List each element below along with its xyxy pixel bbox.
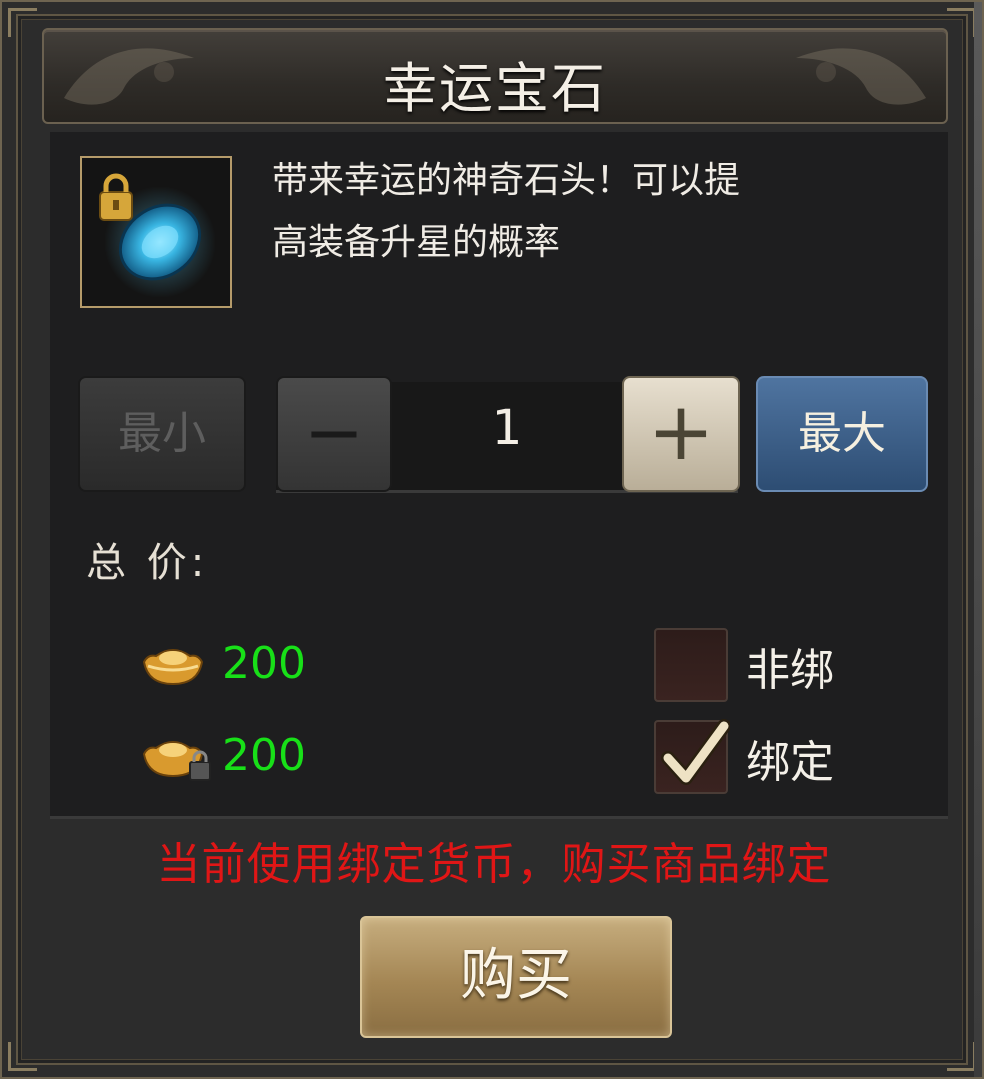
max-quantity-button[interactable]: 最大 [756, 376, 928, 492]
description-line: 带来幸运的神奇石头！可以提 [272, 160, 741, 201]
bound-gold-ingot-icon [142, 741, 211, 781]
total-price-label: 总 价: [86, 540, 209, 586]
dialog-title: 幸运宝石 [383, 57, 607, 120]
buy-button[interactable]: 购买 [360, 916, 672, 1038]
purchase-dialog: 幸运宝石 带来幸运的神奇石头！可以提 高装备升星的概率 最小 − 1 + 最大 … [0, 0, 984, 1079]
corner-ornament [8, 1042, 37, 1071]
unbound-option[interactable]: 非绑 [654, 628, 914, 708]
bound-label: 绑定 [746, 737, 834, 788]
bound-option[interactable]: 绑定 [654, 719, 914, 800]
gold-ingot-icon [142, 649, 204, 686]
increase-quantity-button[interactable]: + [622, 376, 740, 492]
item-description: 带来幸运的神奇石头！可以提 高装备升星的概率 [272, 150, 892, 274]
blue-gem-icon [99, 173, 216, 298]
quantity-input[interactable]: 1 [396, 400, 618, 456]
checkmark-icon [661, 719, 730, 785]
corner-ornament [947, 8, 976, 37]
binding-notice: 当前使用绑定货币，购买商品绑定 [156, 839, 832, 890]
unbound-checkbox[interactable] [654, 628, 728, 702]
title-bar: 幸运宝石 [42, 28, 948, 124]
dialog-content: 带来幸运的神奇石头！可以提 高装备升星的概率 最小 − 1 + 最大 总 价: … [50, 132, 948, 819]
bound-checkbox[interactable] [654, 719, 730, 794]
min-quantity-button[interactable]: 最小 [78, 376, 246, 492]
bound-gold-price-value: 200 [222, 730, 306, 781]
unbound-label: 非绑 [746, 645, 834, 696]
description-line: 高装备升星的概率 [272, 222, 561, 263]
item-slot[interactable] [80, 156, 232, 308]
decrease-quantity-button[interactable]: − [276, 376, 392, 492]
gold-price-value: 200 [222, 638, 306, 689]
corner-ornament [8, 8, 37, 37]
scrollbar[interactable] [974, 2, 982, 1077]
corner-ornament [947, 1042, 976, 1071]
